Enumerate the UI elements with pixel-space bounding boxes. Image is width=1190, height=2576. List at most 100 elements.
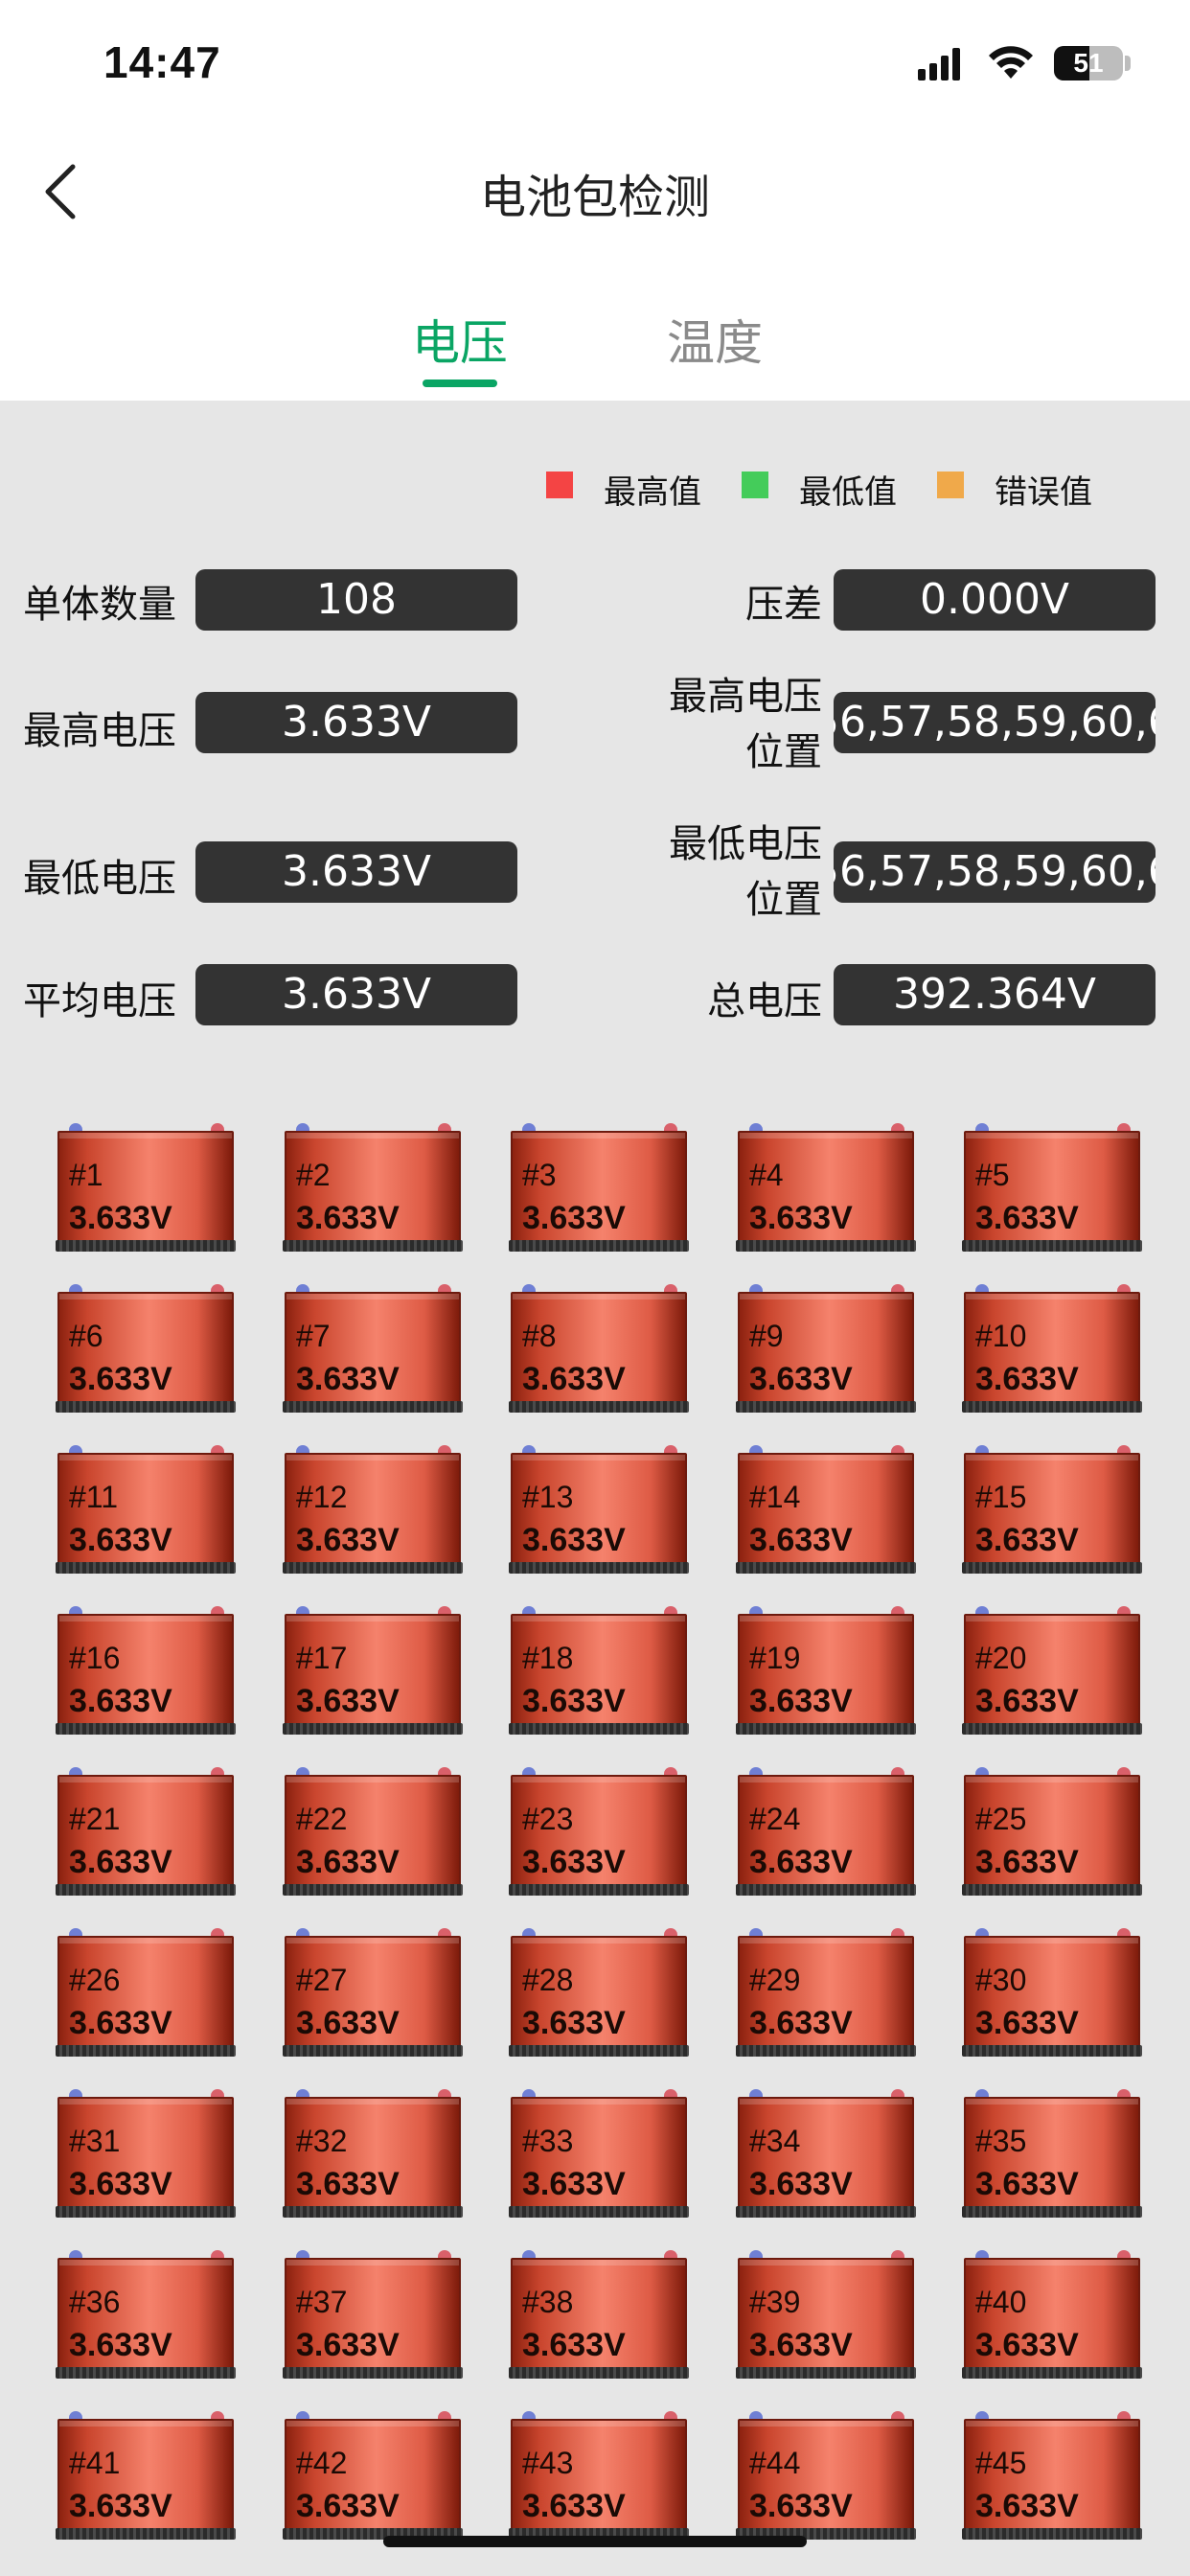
battery-cell[interactable]: #44 3.633V [736, 2411, 916, 2547]
status-time: 14:47 [103, 37, 221, 87]
battery-cell[interactable]: #40 3.633V [962, 2250, 1142, 2386]
cell-number: #7 [296, 1319, 331, 1353]
cell-body: #10 3.633V [964, 1292, 1140, 1409]
cell-body: #24 3.633V [738, 1775, 914, 1892]
battery-cell[interactable]: #27 3.633V [283, 1928, 463, 2064]
cell-number: #26 [69, 1963, 121, 1997]
battery-cell[interactable]: #10 3.633V [962, 1284, 1142, 1420]
battery-cell[interactable]: #18 3.633V [509, 1606, 689, 1742]
legend-error-label: 错误值 [995, 473, 1092, 512]
cell-number: #29 [749, 1963, 801, 1997]
cell-body: #1 3.633V [57, 1131, 234, 1248]
battery-cell[interactable]: #16 3.633V [56, 1606, 236, 1742]
cell-base [962, 2045, 1142, 2057]
cell-base [509, 1401, 689, 1413]
cell-body: #4 3.633V [738, 1131, 914, 1248]
cell-voltage: 3.633V [296, 1200, 400, 1236]
min-voltage-position-text: 56,57,58,59,60,6 [834, 847, 1156, 896]
cell-base [283, 2206, 463, 2218]
cell-voltage: 3.633V [69, 2005, 172, 2041]
battery-cell[interactable]: #13 3.633V [509, 1445, 689, 1581]
battery-cell[interactable]: #3 3.633V [509, 1123, 689, 1259]
battery-cell[interactable]: #38 3.633V [509, 2250, 689, 2386]
tab-temperature[interactable]: 温度 [667, 305, 763, 374]
battery-icon: 51 [1054, 46, 1123, 80]
cell-number: #1 [69, 1158, 103, 1192]
cell-body: #23 3.633V [511, 1775, 687, 1892]
battery-cell[interactable]: #35 3.633V [962, 2089, 1142, 2225]
cell-base [962, 1723, 1142, 1735]
battery-cell[interactable]: #34 3.633V [736, 2089, 916, 2225]
cell-body: #5 3.633V [964, 1131, 1140, 1248]
cell-voltage: 3.633V [296, 2166, 400, 2202]
battery-cell[interactable]: #20 3.633V [962, 1606, 1142, 1742]
legend-max-label: 最高值 [604, 473, 701, 512]
battery-cell[interactable]: #28 3.633V [509, 1928, 689, 2064]
cell-number: #33 [522, 2124, 574, 2158]
battery-cell[interactable]: #42 3.633V [283, 2411, 463, 2547]
cell-base [56, 2528, 236, 2540]
battery-cell[interactable]: #37 3.633V [283, 2250, 463, 2386]
cell-count-value: 108 [195, 569, 517, 631]
cell-body: #16 3.633V [57, 1614, 234, 1731]
cell-voltage: 3.633V [522, 2327, 626, 2363]
battery-cell[interactable]: #32 3.633V [283, 2089, 463, 2225]
cell-voltage: 3.633V [296, 2005, 400, 2041]
cell-base [736, 2367, 916, 2379]
battery-cell[interactable]: #15 3.633V [962, 1445, 1142, 1581]
cell-base [56, 1884, 236, 1896]
battery-cell[interactable]: #11 3.633V [56, 1445, 236, 1581]
battery-cell[interactable]: #14 3.633V [736, 1445, 916, 1581]
battery-cell[interactable]: #17 3.633V [283, 1606, 463, 1742]
cell-voltage: 3.633V [749, 2166, 853, 2202]
cell-body: #38 3.633V [511, 2258, 687, 2375]
battery-cell[interactable]: #25 3.633V [962, 1767, 1142, 1903]
battery-cell[interactable]: #24 3.633V [736, 1767, 916, 1903]
legend-error-swatch [937, 472, 964, 498]
battery-cell[interactable]: #26 3.633V [56, 1928, 236, 2064]
cell-body: #18 3.633V [511, 1614, 687, 1731]
cell-base [736, 1240, 916, 1252]
battery-cell[interactable]: #8 3.633V [509, 1284, 689, 1420]
battery-cell[interactable]: #23 3.633V [509, 1767, 689, 1903]
cell-number: #24 [749, 1802, 801, 1836]
battery-cell[interactable]: #30 3.633V [962, 1928, 1142, 2064]
cell-base [962, 1401, 1142, 1413]
battery-cell[interactable]: #45 3.633V [962, 2411, 1142, 2547]
battery-cell[interactable]: #29 3.633V [736, 1928, 916, 2064]
tab-voltage[interactable]: 电压 [412, 305, 508, 374]
cell-body: #26 3.633V [57, 1936, 234, 2053]
battery-cell[interactable]: #22 3.633V [283, 1767, 463, 1903]
battery-cell[interactable]: #43 3.633V [509, 2411, 689, 2547]
cell-base [56, 1562, 236, 1574]
battery-cell[interactable]: #33 3.633V [509, 2089, 689, 2225]
cell-base [283, 1240, 463, 1252]
legend-max-swatch [546, 472, 573, 498]
battery-cell[interactable]: #4 3.633V [736, 1123, 916, 1259]
cell-number: #6 [69, 1319, 103, 1353]
cell-base [283, 2045, 463, 2057]
battery-cell[interactable]: #21 3.633V [56, 1767, 236, 1903]
battery-cell[interactable]: #6 3.633V [56, 1284, 236, 1420]
cell-body: #19 3.633V [738, 1614, 914, 1731]
battery-cell[interactable]: #1 3.633V [56, 1123, 236, 1259]
battery-cell[interactable]: #19 3.633V [736, 1606, 916, 1742]
battery-cell[interactable]: #31 3.633V [56, 2089, 236, 2225]
battery-cell[interactable]: #9 3.633V [736, 1284, 916, 1420]
cell-body: #27 3.633V [285, 1936, 461, 2053]
cell-number: #30 [975, 1963, 1027, 1997]
battery-cell[interactable]: #7 3.633V [283, 1284, 463, 1420]
battery-cell[interactable]: #5 3.633V [962, 1123, 1142, 1259]
battery-cell[interactable]: #2 3.633V [283, 1123, 463, 1259]
cell-number: #14 [749, 1480, 801, 1514]
cell-number: #35 [975, 2124, 1027, 2158]
battery-cell[interactable]: #39 3.633V [736, 2250, 916, 2386]
battery-cell[interactable]: #36 3.633V [56, 2250, 236, 2386]
cell-number: #20 [975, 1641, 1027, 1675]
cell-base [962, 1884, 1142, 1896]
cell-number: #10 [975, 1319, 1027, 1353]
battery-cell[interactable]: #41 3.633V [56, 2411, 236, 2547]
cell-voltage: 3.633V [975, 2005, 1079, 2041]
battery-cell[interactable]: #12 3.633V [283, 1445, 463, 1581]
cell-base [509, 2206, 689, 2218]
